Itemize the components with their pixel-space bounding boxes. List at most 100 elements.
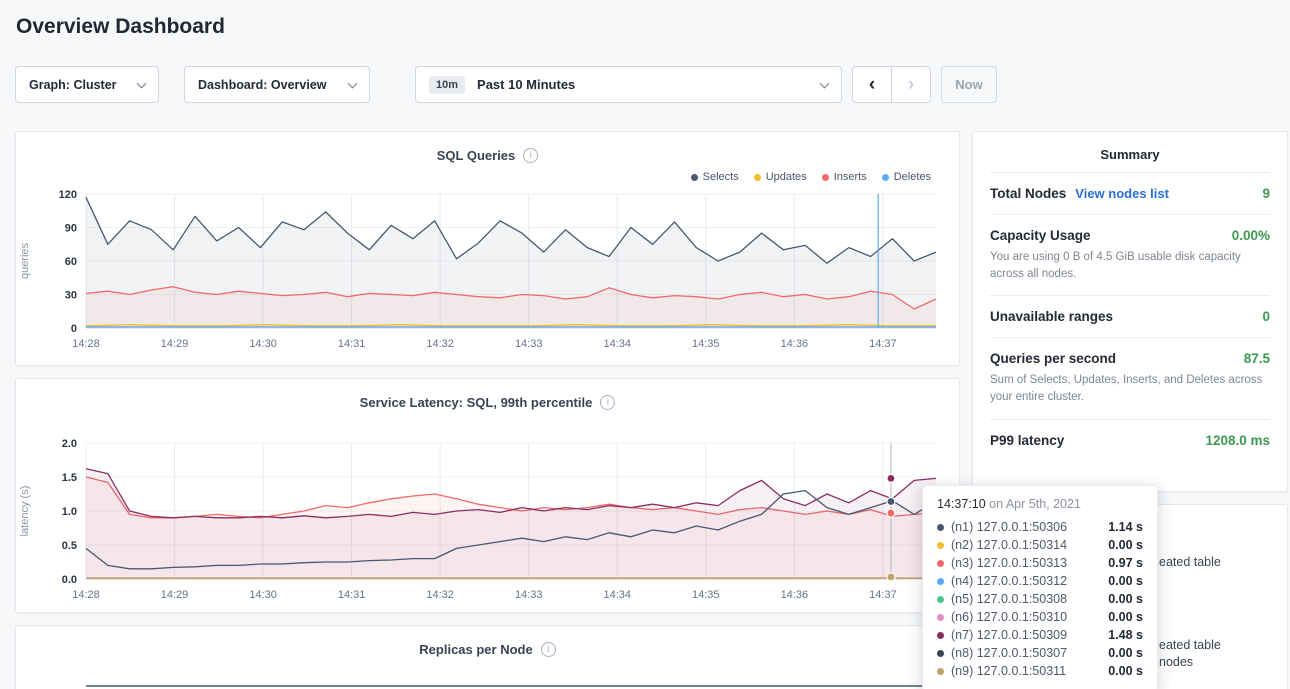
now-button[interactable]: Now — [941, 66, 997, 103]
legend-item-deletes[interactable]: Deletes — [882, 171, 931, 183]
time-next-button[interactable]: › — [891, 66, 931, 103]
node-color-dot — [937, 632, 944, 639]
chart-title: Replicas per Node — [419, 642, 532, 657]
tooltip-row: (n2) 127.0.0.1:503140.00 s — [937, 536, 1143, 554]
chart-title: Service Latency: SQL, 99th percentile — [360, 395, 593, 410]
summary-value: 9 — [1262, 186, 1270, 201]
replicas-per-node-chart[interactable] — [16, 658, 960, 689]
svg-text:14:33: 14:33 — [515, 589, 543, 601]
chevron-right-icon: › — [908, 74, 914, 96]
tooltip-node-value: 0.00 s — [1108, 646, 1143, 660]
info-icon[interactable]: i — [541, 642, 556, 657]
event-item-fragment[interactable]: eated table — [1159, 638, 1221, 652]
event-item-fragment[interactable]: eated table — [1159, 555, 1221, 569]
summary-value: 87.5 — [1244, 351, 1270, 366]
chart-title: SQL Queries — [437, 148, 516, 163]
svg-text:14:30: 14:30 — [249, 589, 277, 601]
legend-item-selects[interactable]: Selects — [691, 171, 739, 183]
tooltip-node-label: (n1) 127.0.0.1:50306 — [951, 520, 1067, 534]
summary-value: 0 — [1262, 309, 1270, 324]
summary-value: 1208.0 ms — [1205, 433, 1270, 448]
tooltip-row: (n5) 127.0.0.1:503080.00 s — [937, 590, 1143, 608]
view-nodes-link[interactable]: View nodes list — [1075, 186, 1169, 201]
tooltip-node-label: (n3) 127.0.0.1:50313 — [951, 556, 1067, 570]
tooltip-node-label: (n8) 127.0.0.1:50307 — [951, 646, 1067, 660]
legend-label: Selects — [703, 171, 739, 183]
summary-panel: Summary Total NodesView nodes list9Capac… — [972, 131, 1288, 492]
summary-label: P99 latency — [990, 433, 1064, 448]
tooltip-node-value: 0.00 s — [1108, 574, 1143, 588]
replicas-per-node-panel: Replicas per Node i — [15, 625, 960, 689]
svg-text:120: 120 — [59, 189, 77, 201]
summary-row: Capacity Usage 0.00% You are using 0 B of … — [990, 214, 1270, 295]
summary-desc: You are using 0 B of 4.5 GiB usable disk… — [990, 249, 1270, 282]
svg-text:14:29: 14:29 — [161, 589, 189, 601]
summary-row: Total NodesView nodes list9 — [990, 172, 1270, 214]
tooltip-row: (n9) 127.0.0.1:503110.00 s — [937, 662, 1143, 680]
time-prev-button[interactable]: ‹ — [852, 66, 892, 103]
graph-dropdown[interactable]: Graph: Cluster — [15, 66, 159, 103]
tooltip-node-value: 0.00 s — [1108, 610, 1143, 624]
tooltip-node-label: (n7) 127.0.0.1:50309 — [951, 628, 1067, 642]
tooltip-node-label: (n2) 127.0.0.1:50314 — [951, 538, 1067, 552]
legend-item-updates[interactable]: Updates — [754, 171, 807, 183]
svg-text:14:37: 14:37 — [869, 338, 897, 350]
node-color-dot — [937, 542, 944, 549]
svg-text:latency (s): latency (s) — [19, 486, 31, 537]
dashboard-dropdown[interactable]: Dashboard: Overview — [184, 66, 370, 103]
node-color-dot — [937, 650, 944, 657]
info-icon[interactable]: i — [600, 395, 615, 410]
tooltip-row: (n4) 127.0.0.1:503120.00 s — [937, 572, 1143, 590]
tooltip-rows: (n1) 127.0.0.1:503061.14 s(n2) 127.0.0.1… — [937, 518, 1143, 680]
tooltip-row: (n1) 127.0.0.1:503061.14 s — [937, 518, 1143, 536]
legend-label: Updates — [766, 171, 807, 183]
node-color-dot — [937, 668, 944, 675]
svg-text:2.0: 2.0 — [62, 438, 77, 450]
info-icon[interactable]: i — [523, 148, 538, 163]
legend-dot-icon — [691, 174, 698, 181]
summary-row: Queries per second87.5Sum of Selects, Up… — [990, 337, 1270, 418]
tooltip-date: on Apr 5th, 2021 — [989, 497, 1081, 511]
sql-queries-chart[interactable]: 030609012014:2814:2914:3014:3114:3214:33… — [16, 188, 960, 354]
tooltip-node-value: 0.00 s — [1108, 664, 1143, 678]
chart-title-row: Replicas per Node i — [16, 626, 959, 658]
time-window-badge: 10m — [429, 76, 465, 94]
event-item-fragment[interactable]: nodes — [1159, 655, 1193, 669]
page-title: Overview Dashboard — [16, 15, 1290, 39]
summary-row: Unavailable ranges0 — [990, 295, 1270, 337]
time-range-dropdown[interactable]: 10m Past 10 Minutes — [415, 66, 842, 103]
tooltip-row: (n3) 127.0.0.1:503130.97 s — [937, 554, 1143, 572]
tooltip-node-value: 1.48 s — [1108, 628, 1143, 642]
dashboard-dropdown-label: Dashboard: Overview — [198, 78, 327, 92]
summary-row: P99 latency 1208.0 ms — [990, 419, 1270, 461]
legend-item-inserts[interactable]: Inserts — [822, 171, 867, 183]
legend-dot-icon — [754, 174, 761, 181]
chart-title-row: Service Latency: SQL, 99th percentile i — [16, 379, 959, 411]
summary-label: Capacity Usage — [990, 228, 1091, 243]
summary-rows: Total NodesView nodes list9Capacity Usag… — [973, 172, 1287, 461]
svg-text:30: 30 — [65, 290, 77, 302]
svg-text:1.5: 1.5 — [62, 472, 77, 484]
node-color-dot — [937, 560, 944, 567]
service-latency-chart[interactable]: 0.00.51.01.52.014:2814:2914:3014:3114:32… — [16, 435, 960, 605]
svg-text:0.5: 0.5 — [62, 540, 77, 552]
tooltip-timestamp: 14:37:10 on Apr 5th, 2021 — [937, 497, 1143, 511]
charts-column: SQL Queries i Selects Updates Inserts Delet… — [15, 131, 960, 689]
svg-text:14:30: 14:30 — [249, 338, 277, 350]
summary-title: Summary — [973, 132, 1287, 172]
summary-value: 0.00% — [1232, 228, 1270, 243]
svg-text:60: 60 — [65, 256, 77, 268]
svg-text:14:37: 14:37 — [869, 589, 897, 601]
chevron-down-icon — [137, 78, 147, 88]
summary-label: Queries per second — [990, 351, 1116, 366]
svg-text:14:31: 14:31 — [338, 338, 366, 350]
node-color-dot — [937, 614, 944, 621]
node-color-dot — [937, 524, 944, 531]
legend-label: Inserts — [834, 171, 867, 183]
chevron-down-icon — [820, 78, 830, 88]
svg-text:14:36: 14:36 — [781, 589, 809, 601]
svg-text:14:33: 14:33 — [515, 338, 543, 350]
svg-text:14:35: 14:35 — [692, 589, 720, 601]
chevron-down-icon — [348, 78, 358, 88]
svg-text:queries: queries — [19, 242, 31, 279]
